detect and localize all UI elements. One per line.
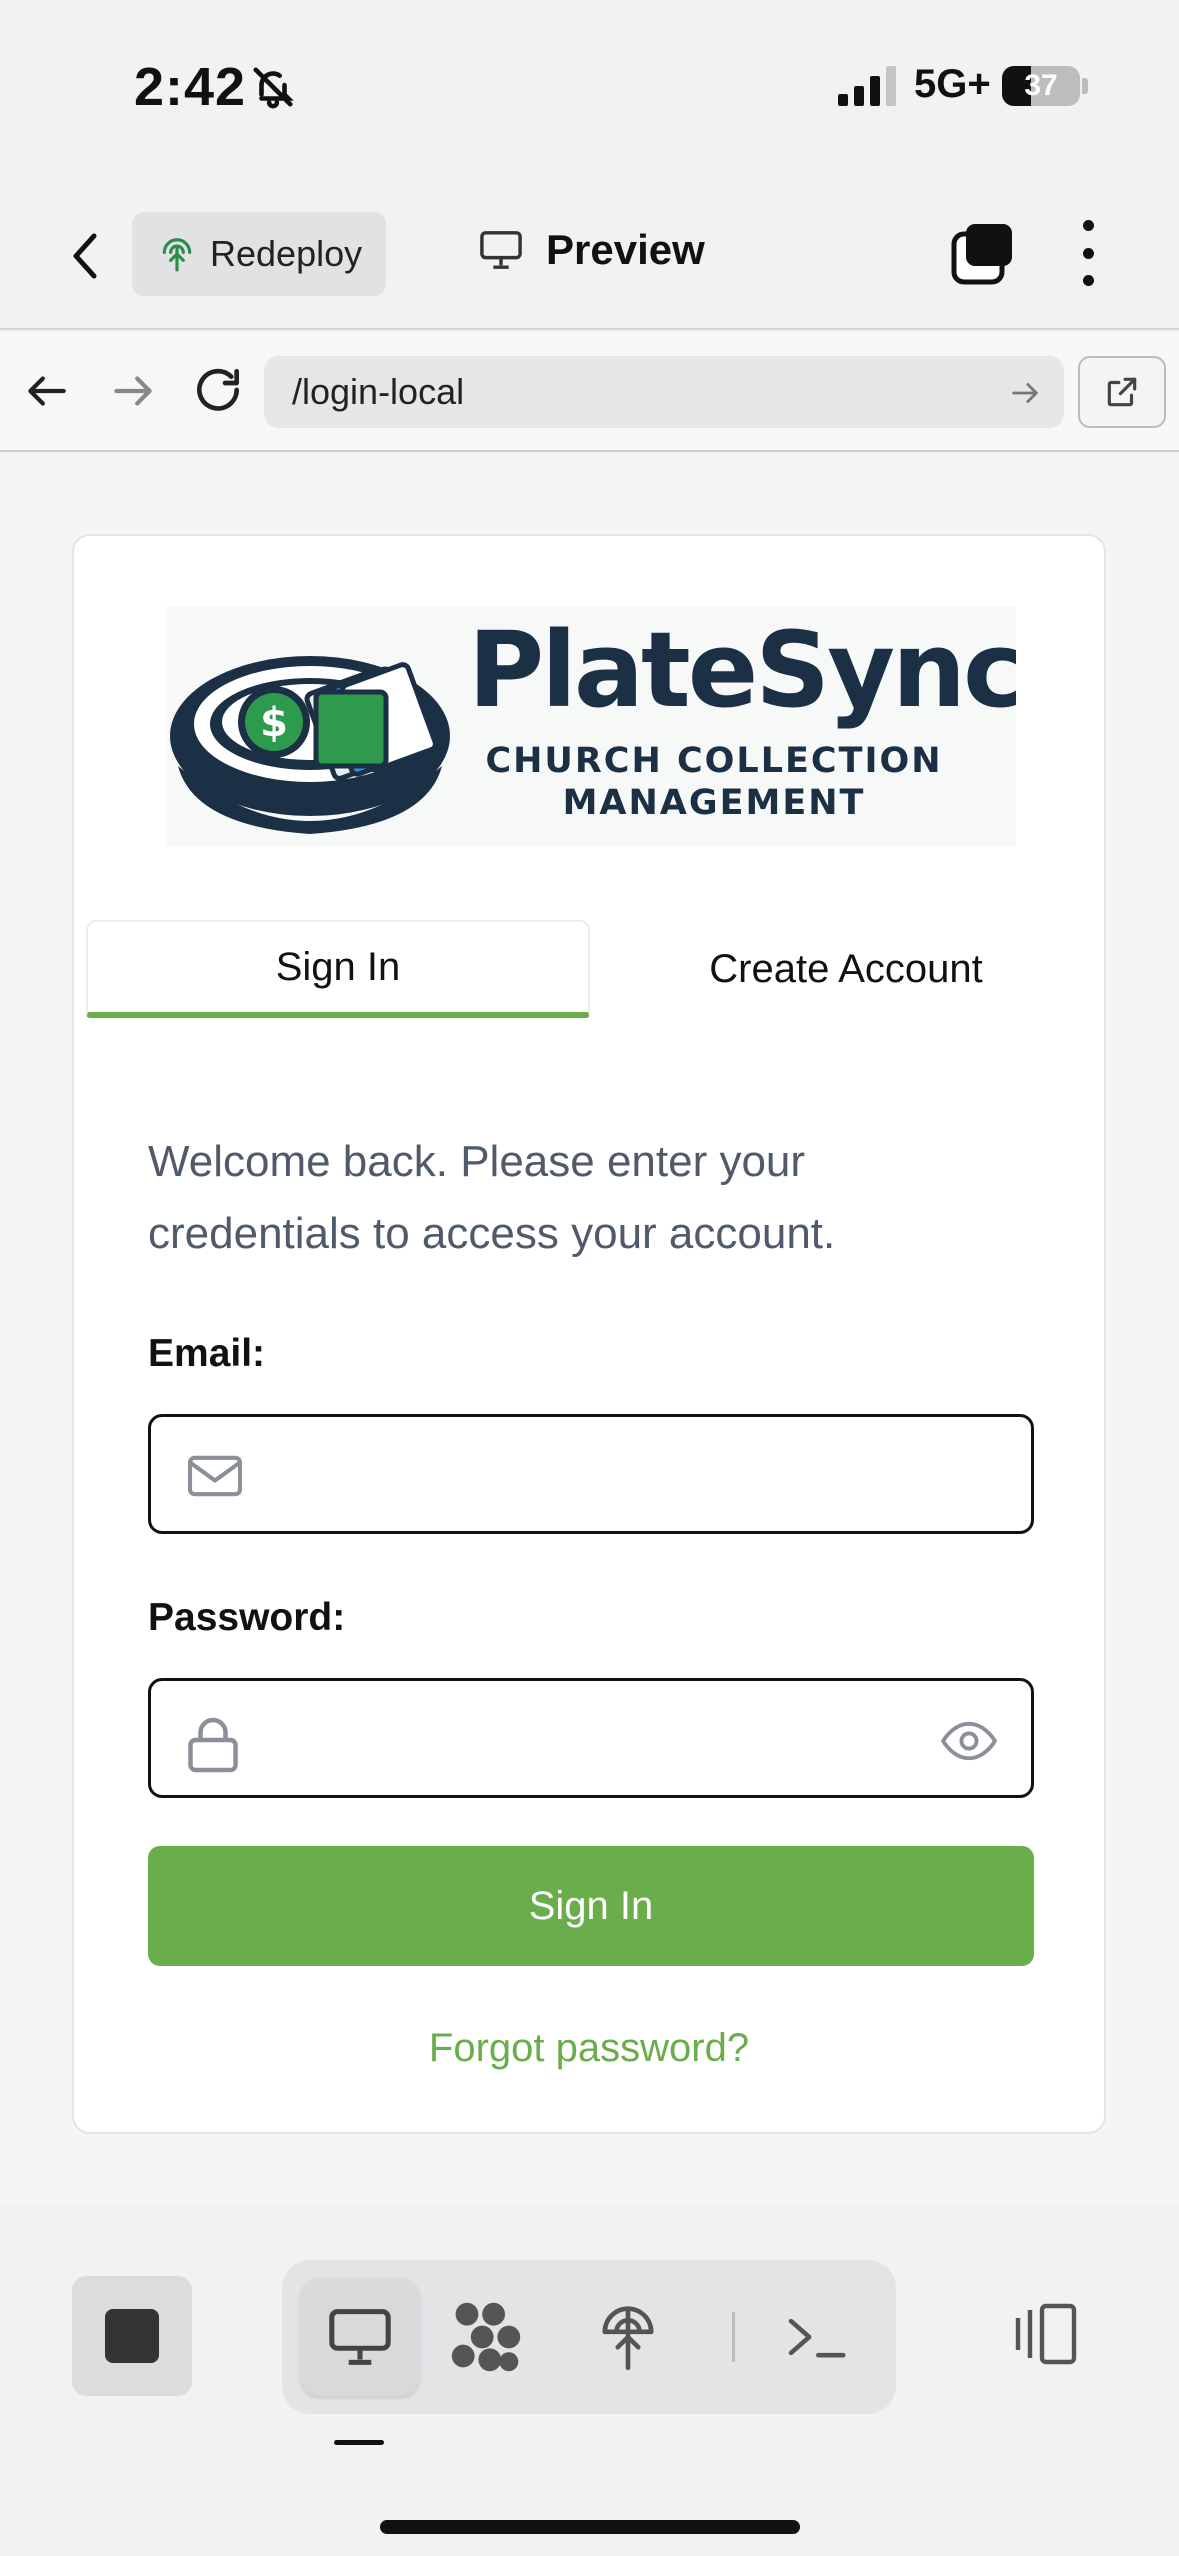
deploy-view-button[interactable]	[568, 2278, 688, 2396]
tabs-icon[interactable]	[950, 220, 1016, 286]
arrow-right-icon[interactable]	[108, 366, 158, 416]
logo-subtitle-line2: MANAGEMENT	[563, 783, 866, 823]
url-input[interactable]: /login-local	[264, 356, 1064, 428]
page-viewport: $ PlateSync CHURCH COLLECTION MANAGEMENT…	[0, 454, 1179, 2204]
more-options-icon[interactable]	[1070, 220, 1106, 286]
tab-sign-in[interactable]: Sign In	[86, 920, 590, 1018]
platesync-logo: $ PlateSync CHURCH COLLECTION MANAGEMENT	[166, 606, 1016, 846]
desktop-icon	[329, 2309, 391, 2365]
status-time: 2:42	[134, 57, 247, 117]
forgot-password-link[interactable]: Forgot password?	[74, 2026, 1104, 2071]
network-type: 5G+	[914, 62, 991, 106]
cell-signal-icon	[838, 66, 896, 106]
stop-icon	[105, 2309, 159, 2363]
terminal-view-button[interactable]	[756, 2278, 876, 2396]
tab-create-account[interactable]: Create Account	[594, 920, 1098, 1018]
reload-icon[interactable]	[190, 362, 246, 418]
email-label: Email:	[148, 1332, 266, 1375]
battery-level: 37	[1024, 69, 1058, 102]
lock-icon	[188, 1717, 238, 1773]
stop-button[interactable]	[72, 2276, 192, 2396]
terminal-icon	[788, 2318, 846, 2358]
redeploy-label: Redeploy	[210, 233, 363, 274]
go-arrow-icon[interactable]	[1008, 376, 1042, 410]
password-label: Password:	[148, 1596, 346, 1639]
svg-text:$: $	[260, 700, 288, 746]
deploy-icon	[602, 2306, 654, 2371]
view-switcher	[282, 2260, 896, 2414]
monitor-icon	[480, 231, 522, 269]
show-password-icon[interactable]	[941, 1719, 997, 1763]
external-link-icon	[1107, 377, 1137, 407]
app-toolbar: Redeploy Preview	[0, 190, 1179, 330]
network-view-button[interactable]	[426, 2278, 546, 2396]
welcome-message: Welcome back. Please enter your credenti…	[148, 1137, 836, 1258]
redeploy-button[interactable]: Redeploy	[132, 212, 386, 296]
browser-url-bar: /login-local	[0, 332, 1179, 452]
battery-icon: 37	[1002, 66, 1080, 106]
password-field[interactable]	[148, 1678, 1034, 1798]
bottom-toolbar	[0, 2204, 1179, 2556]
split-view-icon[interactable]	[1010, 2302, 1082, 2366]
deploy-icon	[162, 238, 192, 272]
toolbar-divider	[732, 2312, 735, 2362]
desktop-view-button[interactable]	[300, 2278, 420, 2396]
preview-title[interactable]: Preview	[478, 226, 705, 274]
logo-subtitle-line1: CHURCH COLLECTION	[485, 741, 942, 781]
url-text: /login-local	[292, 371, 465, 412]
arrow-left-icon[interactable]	[22, 366, 72, 416]
home-indicator	[380, 2520, 800, 2534]
network-graph-icon	[451, 2302, 521, 2372]
silent-bell-icon	[253, 67, 294, 109]
sign-in-button[interactable]: Sign In	[148, 1846, 1034, 1966]
login-card: $ PlateSync CHURCH COLLECTION MANAGEMENT…	[72, 534, 1106, 2134]
logo-title: PlateSync	[468, 609, 1016, 731]
back-chevron-icon[interactable]	[60, 226, 110, 286]
battery-cap	[1082, 78, 1088, 94]
email-field[interactable]	[148, 1414, 1034, 1534]
open-external-button[interactable]	[1078, 356, 1166, 428]
mail-icon	[187, 1455, 243, 1497]
status-bar: 2:42 5G+ 37	[0, 0, 1179, 170]
active-view-indicator	[334, 2440, 384, 2445]
preview-label: Preview	[546, 226, 705, 273]
